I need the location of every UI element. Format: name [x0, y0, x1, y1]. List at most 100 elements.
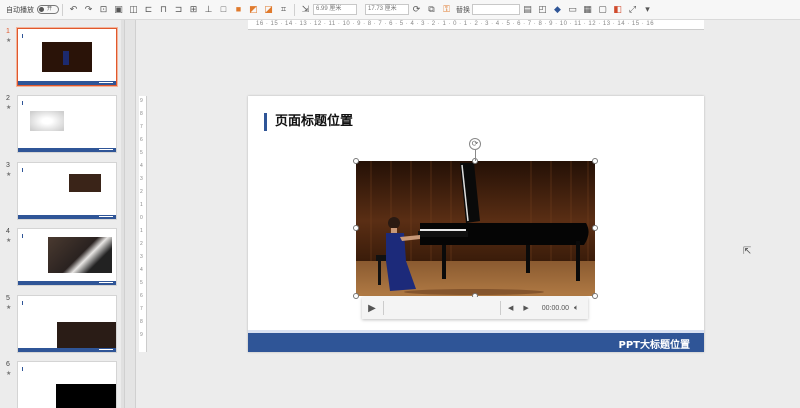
lock-icon[interactable]: ⚿	[441, 4, 452, 15]
video-frame[interactable]	[356, 161, 595, 296]
slide-number: 1	[6, 28, 10, 35]
more-icon[interactable]: ▾	[642, 4, 653, 15]
ruler-tick: 1	[140, 228, 143, 234]
ruler-tick: 4	[140, 267, 143, 273]
animation-marker: ★	[6, 305, 12, 311]
ruler-tick: 3	[140, 176, 143, 182]
bring-forward-icon[interactable]: ▣	[113, 4, 124, 15]
height-field[interactable]: 6.99 厘米	[313, 4, 357, 15]
align-right-icon[interactable]: ⊐	[173, 4, 184, 15]
align-left-icon[interactable]: ⊏	[143, 4, 154, 15]
slide-thumbnail[interactable]	[17, 228, 117, 286]
playback-time: 00:00.00	[541, 304, 570, 312]
ruler-tick: 6	[140, 293, 143, 299]
thumbnail-footer-bar	[18, 81, 116, 85]
slide-thumbnail-panel: 1 ★ 2 ★ 3 ★ 4 ★ 5 ★ 6 ★	[0, 20, 124, 408]
volume-icon[interactable]: 🔈︎	[574, 303, 579, 313]
ruler-tick: 5	[140, 150, 143, 156]
slide-number: 3	[6, 162, 10, 169]
animation-marker: ★	[6, 172, 12, 178]
slide-number: 5	[6, 295, 10, 302]
redo-icon[interactable]: ↷	[83, 4, 94, 15]
footer-title[interactable]: PPT大标题位置	[619, 336, 690, 351]
animation-marker: ★	[6, 371, 12, 377]
black-image	[56, 384, 116, 408]
slide-thumbnail[interactable]	[17, 295, 117, 353]
divider	[500, 301, 501, 315]
width-field[interactable]: 17.73 厘米	[365, 4, 409, 15]
piano-image	[69, 174, 101, 192]
thumbnail-title	[22, 301, 37, 305]
ruler-tick: 3	[140, 254, 143, 260]
thumbnail-title	[22, 168, 37, 172]
divider	[62, 3, 63, 16]
thumbnail-title	[22, 234, 37, 238]
animation-marker: ★	[6, 105, 12, 111]
slide-title[interactable]: 页面标题位置	[264, 113, 353, 131]
ruler-tick: 7	[140, 124, 143, 130]
arrange-icon[interactable]: ⧉	[426, 4, 437, 15]
thumbnail-title	[22, 101, 37, 105]
panel-splitter[interactable]	[124, 20, 136, 408]
align-bottom-icon[interactable]: ⊥	[203, 4, 214, 15]
resize-handle-nw[interactable]	[353, 158, 359, 164]
format-painter-icon[interactable]: ⊡	[98, 4, 109, 15]
ribbon-toolbar: 自动播放 开 ↶ ↷ ⊡ ▣ ◫ ⊏ ⊓ ⊐ ⊞ ⊥ □ ■ ◩ ◪ ⌗ ⇲ 6…	[0, 0, 800, 20]
ruler-tick: 6	[140, 137, 143, 143]
video-icon[interactable]: ▤	[522, 4, 533, 15]
ungroup-icon[interactable]: ◪	[263, 4, 274, 15]
mouse-cursor-icon: ⇱	[743, 246, 752, 257]
thumbnail-footer-bar	[18, 215, 116, 219]
slide-thumbnail[interactable]	[17, 95, 117, 153]
resize-handle-ne[interactable]	[592, 158, 598, 164]
border-color-icon[interactable]: ▦	[582, 4, 593, 15]
autoplay-toggle[interactable]: 开	[37, 5, 59, 14]
ruler-tick: 9	[140, 98, 143, 104]
thumbnail-footer-bar	[18, 148, 116, 152]
border-icon[interactable]: ▭	[567, 4, 578, 15]
effects-icon[interactable]: ◰	[537, 4, 548, 15]
slide-thumbnail[interactable]	[17, 162, 117, 220]
fade-icon[interactable]: ⤢	[627, 4, 638, 15]
resize-handle-sw[interactable]	[353, 293, 359, 299]
distribute-icon[interactable]: ⊞	[188, 4, 199, 15]
undo-icon[interactable]: ↶	[68, 4, 79, 15]
divider	[294, 3, 295, 16]
ruler-tick: 8	[140, 319, 143, 325]
seek-track[interactable]	[386, 301, 498, 315]
pianist-image	[57, 322, 116, 350]
ruler-tick: 5	[140, 280, 143, 286]
thumbnail-title	[22, 34, 37, 38]
divider	[383, 301, 384, 315]
resize-handle-w[interactable]	[353, 225, 359, 231]
slide-thumbnail[interactable]	[17, 28, 117, 86]
concert-video-still	[356, 161, 595, 296]
play-icon[interactable]: ▶	[363, 299, 381, 317]
slide-footer-bar: PPT大标题位置	[248, 333, 704, 352]
horizontal-ruler: 16 · 15 · 14 · 13 · 12 · 11 · 10 · 9 · 8…	[248, 20, 704, 30]
ruler-tick: 4	[140, 163, 143, 169]
resize-icon[interactable]: ⇲	[300, 4, 311, 15]
slide-thumbnail[interactable]	[17, 361, 117, 408]
color-icon[interactable]: ◆	[552, 4, 563, 15]
send-backward-icon[interactable]: ◫	[128, 4, 139, 15]
step-back-icon[interactable]: ◀	[508, 304, 513, 312]
rotate-icon[interactable]: ⟳	[411, 4, 422, 15]
shape-fill-icon[interactable]: ■	[233, 4, 244, 15]
trim-icon[interactable]: ◧	[612, 4, 623, 15]
group-icon[interactable]: ◩	[248, 4, 259, 15]
animation-marker: ★	[6, 238, 12, 244]
resize-handle-e[interactable]	[592, 225, 598, 231]
step-forward-icon[interactable]: ▶	[523, 304, 528, 312]
rotate-handle-icon[interactable]: ⟳	[469, 138, 481, 150]
align-center-icon[interactable]: ⊓	[158, 4, 169, 15]
slide-number: 4	[6, 228, 10, 235]
resize-handle-se[interactable]	[592, 293, 598, 299]
ruler-tick: 7	[140, 306, 143, 312]
shape-outline-icon[interactable]: □	[218, 4, 229, 15]
crop-icon[interactable]: ⌗	[278, 4, 289, 15]
ruler-tick: 1	[140, 202, 143, 208]
replace-label[interactable]: 替换	[456, 5, 470, 15]
preview-icon[interactable]: ▢	[597, 4, 608, 15]
replace-dropdown[interactable]	[472, 4, 520, 15]
